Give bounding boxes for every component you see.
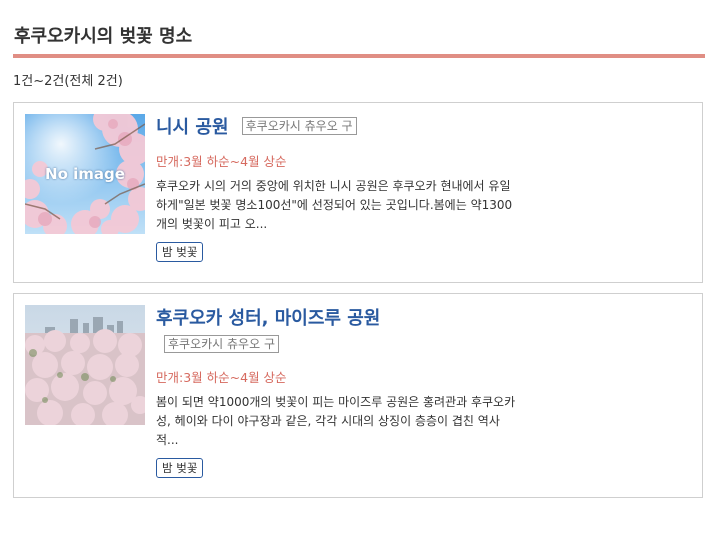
bloom-period: 만개:3월 하순~4월 상순: [156, 154, 287, 169]
result-count: 1건~2건(전체 2건): [13, 74, 123, 89]
title-divider: [13, 54, 705, 58]
spot-name-link[interactable]: 후쿠오카 성터, 마이즈루 공원: [156, 308, 380, 329]
no-image-label: No image: [45, 165, 125, 183]
bloom-period: 만개:3월 하순~4월 상순: [156, 370, 287, 385]
park-aerial-image: [25, 305, 145, 425]
spot-name-link[interactable]: 니시 공원: [156, 117, 229, 138]
ward-badge: 후쿠오카시 츄우오 구: [164, 335, 279, 353]
ward-badge: 후쿠오카시 츄우오 구: [241, 117, 357, 135]
spot-thumbnail[interactable]: [25, 305, 145, 425]
night-sakura-tag[interactable]: 밤 벚꽃: [156, 242, 204, 262]
spot-info: 후쿠오카 성터, 마이즈루 공원 후쿠오카시 츄우오 구 만개:3월 하순~4월…: [156, 304, 521, 478]
night-sakura-tag[interactable]: 밤 벚꽃: [156, 458, 204, 478]
spot-thumbnail[interactable]: No image: [25, 114, 145, 234]
page-title: 후쿠오카시의 벚꽃 명소: [14, 26, 193, 47]
spot-info: 니시 공원 후쿠오카시 츄우오 구 만개:3월 하순~4월 상순 후쿠오카 시의…: [156, 113, 521, 262]
spot-description: 후쿠오카 시의 거의 중앙에 위치한 니시 공원은 후쿠오카 현내에서 유일하게…: [156, 179, 513, 231]
spot-description: 봄이 되면 약1000개의 벚꽃이 피는 마이즈루 공원은 홍려관과 후쿠오카 …: [156, 395, 516, 447]
spot-card-maizuru-park: 후쿠오카 성터, 마이즈루 공원 후쿠오카시 츄우오 구 만개:3월 하순~4월…: [13, 293, 703, 498]
spot-card-nishi-park: No image 니시 공원 후쿠오카시 츄우오 구 만개:3월 하순~4월 상…: [13, 102, 703, 283]
